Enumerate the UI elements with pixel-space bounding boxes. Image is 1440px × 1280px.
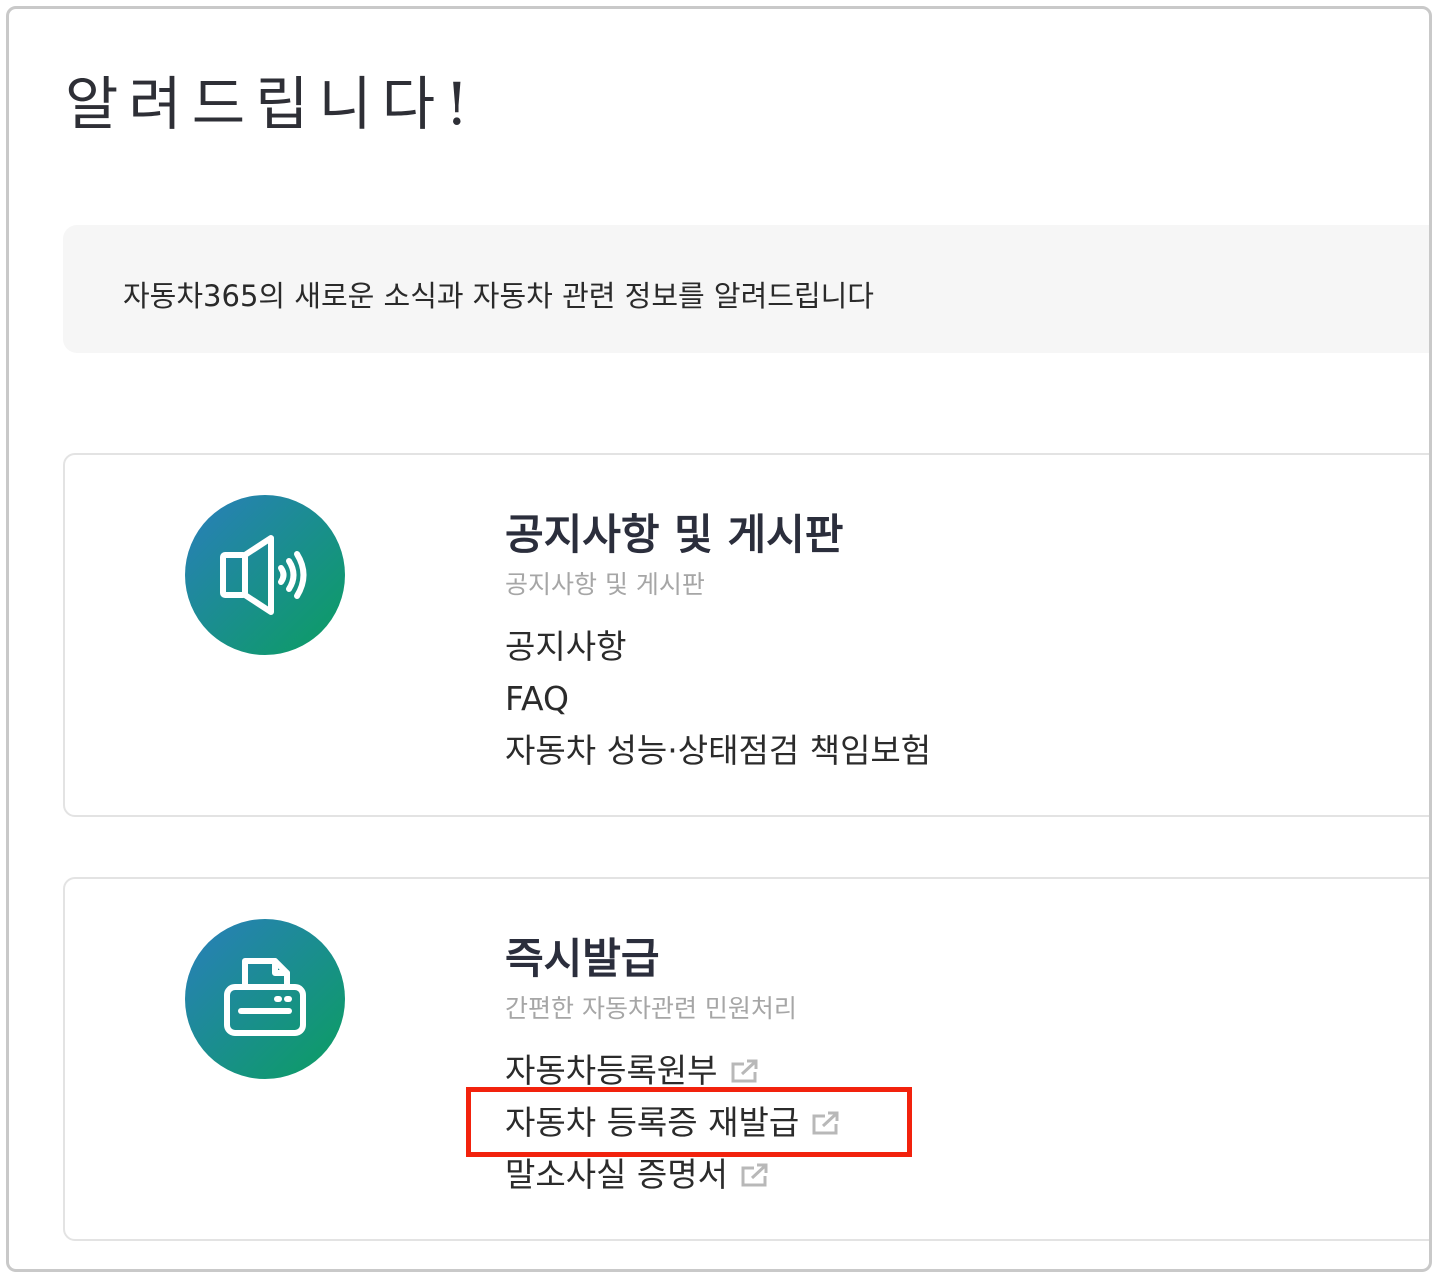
link-label: 자동차등록원부 [505, 1051, 718, 1090]
printer-icon [224, 958, 306, 1036]
page-title: 알려드립니다! [65, 70, 479, 138]
content-frame: 알려드립니다! 자동차365의 새로운 소식과 자동차 관련 정보를 알려드립니… [6, 6, 1432, 1272]
link-list: 자동차등록원부 자동차 등록증 재발급 말소사실 증명서 [505, 1045, 841, 1201]
intro-text: 자동차365의 새로운 소식과 자동차 관련 정보를 알려드립니다 [123, 279, 874, 313]
intro-box: 자동차365의 새로운 소식과 자동차 관련 정보를 알려드립니다 [63, 225, 1429, 353]
notice-board-card: 공지사항 및 게시판 공지사항 및 게시판 공지사항 FAQ 자동차 성능·상태… [63, 453, 1429, 817]
link-label: 공지사항 [505, 627, 627, 666]
link-list: 공지사항 FAQ 자동차 성능·상태점검 책임보험 [505, 621, 931, 777]
link-liability-insurance[interactable]: 자동차 성능·상태점검 책임보험 [505, 725, 931, 777]
card-subtitle: 간편한 자동차관련 민원처리 [505, 994, 797, 1023]
card-subtitle: 공지사항 및 게시판 [505, 570, 705, 599]
link-deregistration-certificate[interactable]: 말소사실 증명서 [505, 1149, 841, 1201]
link-label: 말소사실 증명서 [505, 1155, 729, 1194]
link-registration-record[interactable]: 자동차등록원부 [505, 1045, 841, 1097]
link-registration-reissue[interactable]: 자동차 등록증 재발급 [505, 1097, 841, 1149]
instant-issue-card: 즉시발급 간편한 자동차관련 민원처리 자동차등록원부 자동차 등록증 재발급 … [63, 877, 1429, 1241]
printer-icon-badge [185, 919, 345, 1079]
link-label: 자동차 등록증 재발급 [505, 1103, 800, 1142]
speaker-icon-badge [185, 495, 345, 655]
card-title: 즉시발급 [505, 934, 660, 983]
link-faq[interactable]: FAQ [505, 673, 931, 725]
external-link-icon [741, 1163, 768, 1187]
link-label: 자동차 성능·상태점검 책임보험 [505, 731, 932, 770]
external-link-icon [731, 1059, 758, 1083]
card-title: 공지사항 및 게시판 [505, 510, 844, 559]
external-link-icon [812, 1111, 839, 1135]
link-label: FAQ [505, 679, 569, 718]
speaker-icon [220, 535, 307, 615]
link-notices[interactable]: 공지사항 [505, 621, 931, 673]
